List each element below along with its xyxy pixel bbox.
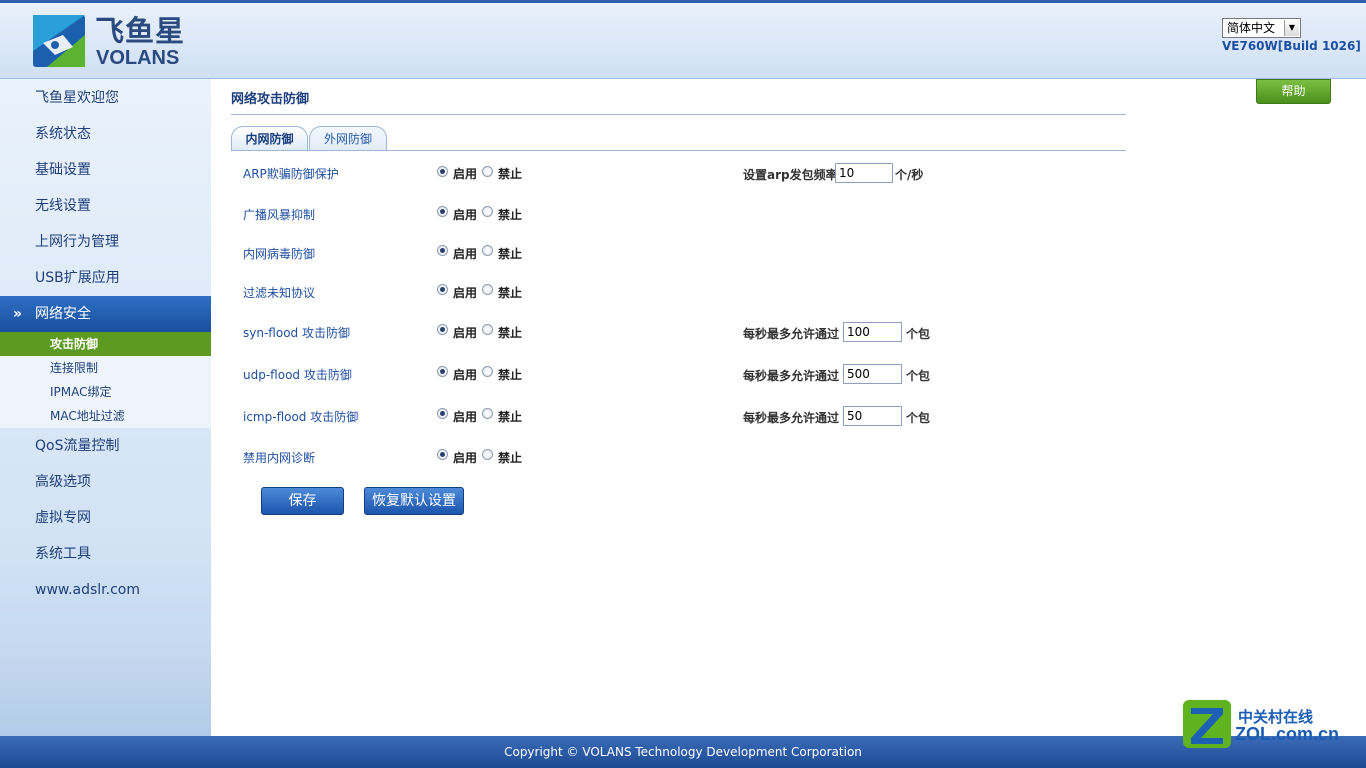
radio-label-disable: 禁止 (498, 326, 523, 340)
radio-diagnostics-disable[interactable] (482, 449, 493, 460)
radio-arp-enable[interactable] (437, 166, 448, 177)
subnav-item-ipmac-binding[interactable]: IPMAC绑定 (0, 380, 211, 404)
sidebar-item-system-status[interactable]: 系统状态 (0, 116, 211, 152)
udp-limit-input[interactable]: 500 (843, 364, 902, 384)
sidebar-lower-panel (0, 634, 211, 736)
radio-protocol-disable[interactable] (482, 284, 493, 295)
copyright-text: Copyright © VOLANS Technology Developmen… (504, 745, 862, 759)
radio-udp-enable[interactable] (437, 366, 448, 377)
radio-protocol-enable[interactable] (437, 284, 448, 295)
arp-rate-label: 设置arp发包频率 (743, 168, 838, 182)
tab-wan-defense[interactable]: 外网防御 (309, 126, 387, 151)
page-title: 网络攻击防御 (231, 92, 310, 107)
radio-label-enable: 启用 (453, 451, 478, 465)
sidebar-item-system-tools[interactable]: 系统工具 (0, 536, 211, 572)
firmware-build: VE760W[Build 1026] (1222, 39, 1361, 53)
double-chevron-down-icon: » (13, 306, 23, 322)
language-value: 简体中文 (1227, 21, 1276, 35)
arp-rate-input[interactable]: 10 (835, 163, 893, 183)
radio-label-enable: 启用 (453, 208, 478, 222)
radio-virus-disable[interactable] (482, 245, 493, 256)
zol-watermark: 中关村在线 ZOL.com.cn (1183, 700, 1353, 750)
radio-label-disable: 禁止 (498, 451, 523, 465)
radio-label-enable: 启用 (453, 326, 478, 340)
icmp-limit-label: 每秒最多允许通过 (743, 411, 840, 425)
subnav-item-mac-filter[interactable]: MAC地址过滤 (0, 404, 211, 428)
row-label-unknown-protocol: 过滤未知协议 (243, 286, 316, 300)
row-label-syn-flood: syn-flood 攻击防御 (243, 326, 350, 340)
row-label-disable-diagnostics: 禁用内网诊断 (243, 451, 316, 465)
brand-name-en: VOLANS (96, 47, 180, 69)
header: 飞鱼星 VOLANS 简体中文 ▼ VE760W[Build 1026] (0, 0, 1366, 79)
radio-icmp-enable[interactable] (437, 408, 448, 419)
sidebar-item-vpn[interactable]: 虚拟专网 (0, 500, 211, 536)
brand-name-cn: 飞鱼星 (95, 14, 186, 48)
radio-broadcast-enable[interactable] (437, 206, 448, 217)
sidebar: 飞鱼星欢迎您 系统状态 基础设置 无线设置 上网行为管理 USB扩展应用 » 网… (0, 79, 211, 736)
sidebar-item-usb[interactable]: USB扩展应用 (0, 260, 211, 296)
radio-label-enable: 启用 (453, 410, 478, 424)
sidebar-item-wireless[interactable]: 无线设置 (0, 188, 211, 224)
row-label-udp-flood: udp-flood 攻击防御 (243, 368, 352, 382)
chevron-down-icon[interactable]: ▼ (1284, 20, 1299, 36)
radio-syn-disable[interactable] (482, 324, 493, 335)
syn-limit-label: 每秒最多允许通过 (743, 327, 840, 341)
tab-lan-defense[interactable]: 内网防御 (231, 126, 308, 151)
sidebar-item-welcome[interactable]: 飞鱼星欢迎您 (0, 80, 211, 116)
row-label-virus-defense: 内网病毒防御 (243, 247, 316, 261)
subnav-item-attack-defense[interactable]: 攻击防御 (0, 332, 211, 356)
sidebar-item-website-link[interactable]: www.adslr.com (0, 572, 211, 608)
radio-arp-disable[interactable] (482, 166, 493, 177)
language-select[interactable]: 简体中文 ▼ (1222, 18, 1301, 38)
row-label-arp: ARP欺骗防御保护 (243, 167, 339, 181)
row-label-icmp-flood: icmp-flood 攻击防御 (243, 410, 359, 424)
row-label-broadcast-storm: 广播风暴抑制 (243, 208, 316, 222)
zol-name-en: ZOL.com.cn (1235, 724, 1340, 744)
zol-logo-icon (1183, 700, 1231, 748)
sidebar-item-network-security[interactable]: » 网络安全 (0, 296, 211, 332)
footer: Copyright © VOLANS Technology Developmen… (0, 736, 1366, 768)
syn-limit-unit: 个包 (906, 327, 931, 341)
sidebar-item-basic-settings[interactable]: 基础设置 (0, 152, 211, 188)
radio-label-disable: 禁止 (498, 410, 523, 424)
radio-broadcast-disable[interactable] (482, 206, 493, 217)
arp-rate-unit: 个/秒 (895, 168, 924, 182)
icmp-limit-input[interactable]: 50 (843, 406, 902, 426)
radio-label-enable: 启用 (453, 368, 478, 382)
save-button[interactable]: 保存 (261, 487, 344, 515)
sidebar-item-advanced[interactable]: 高级选项 (0, 464, 211, 500)
icmp-limit-unit: 个包 (906, 411, 931, 425)
sidebar-item-behavior-mgmt[interactable]: 上网行为管理 (0, 224, 211, 260)
volans-logo-icon (33, 15, 85, 67)
tab-divider (231, 150, 1126, 151)
radio-label-enable: 启用 (453, 167, 478, 181)
radio-udp-disable[interactable] (482, 366, 493, 377)
sidebar-item-label: 网络安全 (35, 306, 91, 322)
radio-label-disable: 禁止 (498, 247, 523, 261)
radio-label-disable: 禁止 (498, 208, 523, 222)
radio-virus-enable[interactable] (437, 245, 448, 256)
udp-limit-label: 每秒最多允许通过 (743, 369, 840, 383)
udp-limit-unit: 个包 (906, 369, 931, 383)
radio-label-enable: 启用 (453, 286, 478, 300)
volans-logo[interactable]: 飞鱼星 VOLANS (33, 15, 193, 71)
radio-syn-enable[interactable] (437, 324, 448, 335)
radio-diagnostics-enable[interactable] (437, 449, 448, 460)
radio-label-disable: 禁止 (498, 368, 523, 382)
sidebar-item-qos[interactable]: QoS流量控制 (0, 428, 211, 464)
syn-limit-input[interactable]: 100 (843, 322, 902, 342)
radio-label-enable: 启用 (453, 247, 478, 261)
title-divider (231, 114, 1126, 115)
radio-label-disable: 禁止 (498, 286, 523, 300)
restore-defaults-button[interactable]: 恢复默认设置 (364, 487, 464, 515)
help-button[interactable]: 帮助 (1256, 79, 1331, 104)
subnav-item-connection-limit[interactable]: 连接限制 (0, 356, 211, 380)
radio-label-disable: 禁止 (498, 167, 523, 181)
radio-icmp-disable[interactable] (482, 408, 493, 419)
